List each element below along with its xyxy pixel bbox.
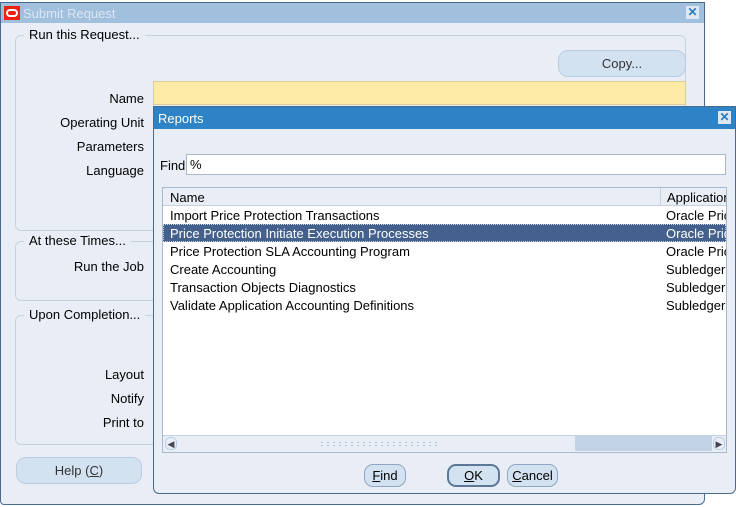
- window-title-bar[interactable]: Submit Request ✕: [1, 3, 704, 23]
- column-header-name[interactable]: Name: [170, 190, 205, 205]
- report-name: Price Protection Initiate Execution Proc…: [170, 226, 429, 241]
- report-name: Price Protection SLA Accounting Program: [170, 244, 410, 259]
- report-name: Create Accounting: [170, 262, 277, 277]
- group-legend: At these Times...: [24, 233, 131, 248]
- list-header: Name Application: [163, 188, 726, 206]
- find-input[interactable]: %: [186, 154, 726, 175]
- scroll-trough[interactable]: [575, 436, 712, 451]
- close-icon[interactable]: ✕: [686, 6, 699, 19]
- run-the-job-label: Run the Job: [73, 259, 144, 274]
- list-item[interactable]: Validate Application Accounting Definiti…: [163, 296, 726, 314]
- horizontal-scrollbar[interactable]: ◀ ▶: [163, 435, 726, 452]
- scroll-left-icon[interactable]: ◀: [165, 437, 177, 450]
- help-button[interactable]: Help (C): [16, 457, 142, 484]
- scroll-thumb[interactable]: [177, 437, 575, 451]
- list-item[interactable]: Import Price Protection Transactions Orac…: [163, 206, 726, 224]
- group-legend: Upon Completion...: [24, 307, 146, 322]
- report-name: Import Price Protection Transactions: [170, 208, 380, 223]
- list-item[interactable]: Create Accounting Subledger: [163, 260, 726, 278]
- name-label: Name: [109, 91, 144, 106]
- name-field[interactable]: [153, 81, 686, 105]
- ok-button-text: K: [474, 468, 483, 483]
- operating-unit-label: Operating Unit: [60, 115, 144, 130]
- help-button-text: Help (: [54, 463, 90, 478]
- language-label: Language: [86, 163, 144, 178]
- scroll-right-icon[interactable]: ▶: [713, 437, 725, 450]
- cancel-button-text: ancel: [521, 468, 553, 483]
- help-button-mnemonic: C: [89, 463, 99, 478]
- report-application: Subledger: [666, 262, 726, 277]
- copy-button[interactable]: Copy...: [558, 50, 686, 77]
- parameters-label: Parameters: [76, 139, 144, 154]
- ok-mnemonic: O: [464, 468, 475, 483]
- list-item[interactable]: Price Protection Initiate Execution Proc…: [163, 224, 726, 242]
- list-item[interactable]: Price Protection SLA Accounting Program O…: [163, 242, 726, 260]
- report-application: Subledger: [666, 280, 726, 295]
- help-button-suffix: ): [98, 463, 104, 478]
- print-to-label: Print to: [102, 415, 144, 430]
- find-button-text: ind: [380, 468, 398, 483]
- group-legend: Run this Request...: [24, 27, 145, 42]
- reports-list: Name Application Import Price Protection…: [162, 187, 727, 453]
- ok-button[interactable]: OK: [447, 464, 500, 487]
- report-name: Transaction Objects Diagnostics: [170, 280, 356, 295]
- column-header-application[interactable]: Application: [660, 188, 726, 205]
- notify-label: Notify: [110, 391, 144, 406]
- cancel-mnemonic: C: [512, 468, 522, 483]
- dialog-title-bar[interactable]: Reports ✕: [154, 107, 735, 129]
- report-name: Validate Application Accounting Definiti…: [170, 298, 415, 313]
- report-application: Oracle Pric: [666, 208, 726, 223]
- find-label: Find: [160, 158, 186, 173]
- dialog-title: Reports: [158, 111, 204, 126]
- close-icon[interactable]: ✕: [718, 111, 731, 124]
- reports-dialog: Reports ✕ Find % Name Application Import…: [153, 106, 736, 494]
- oracle-logo-icon: [4, 6, 20, 20]
- report-application: Oracle Pric: [666, 244, 726, 259]
- report-application: Subledger: [666, 298, 726, 313]
- scroll-grip-icon: [319, 441, 439, 447]
- find-button[interactable]: Find: [364, 464, 406, 487]
- cancel-button[interactable]: Cancel: [507, 464, 558, 487]
- list-item[interactable]: Transaction Objects Diagnostics Subledger: [163, 278, 726, 296]
- window-title: Submit Request: [23, 6, 116, 21]
- report-application: Oracle Pric: [666, 226, 726, 241]
- layout-label: Layout: [104, 367, 144, 382]
